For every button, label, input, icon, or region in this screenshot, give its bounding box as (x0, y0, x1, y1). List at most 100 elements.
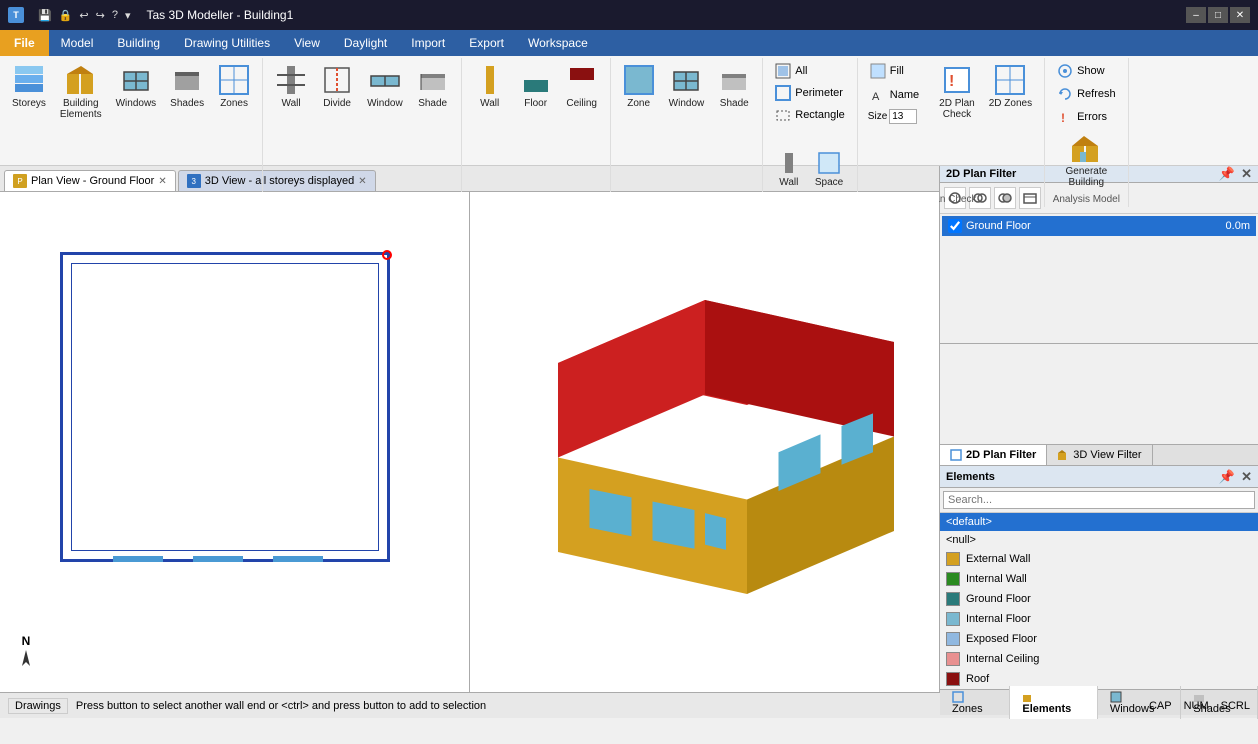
element-roof-label: Roof (966, 673, 989, 685)
elements-section: Elements 📌 ✕ <default> <null> External (940, 466, 1258, 689)
show-btn[interactable]: Show (1051, 60, 1111, 82)
errors-icon: ! (1057, 109, 1073, 125)
window-bottom-2 (193, 556, 243, 562)
element-default[interactable]: <default> (940, 513, 1258, 531)
window-set-btn[interactable]: Window (663, 60, 711, 113)
menu-building[interactable]: Building (105, 30, 172, 56)
left-top-face (558, 300, 705, 458)
pin-icon[interactable]: 📌 (1219, 166, 1235, 182)
view3d-panel (470, 192, 939, 692)
wall-select-btn[interactable]: Wall (771, 147, 807, 192)
menu-view[interactable]: View (282, 30, 332, 56)
close-btn[interactable]: ✕ (1230, 7, 1250, 23)
select-rectangle-label: Rectangle (795, 109, 845, 121)
generate-building-btn[interactable]: GenerateBuilding (1059, 128, 1113, 192)
view-tab-2d-plan[interactable]: 2D Plan Filter (940, 445, 1047, 465)
refresh-btn[interactable]: Refresh (1051, 83, 1122, 105)
elements-close-icon[interactable]: ✕ (1241, 469, 1252, 485)
size-input[interactable]: 13 (889, 109, 917, 124)
filter-close-icon[interactable]: ✕ (1241, 166, 1252, 182)
element-ground-floor[interactable]: Ground Floor (940, 589, 1258, 609)
window-set-icon (670, 64, 702, 96)
ribbon-group-set-content: Zone Window Shade (617, 60, 757, 192)
window-set-label: Window (669, 98, 705, 109)
help-btn[interactable]: ? (110, 7, 120, 24)
ribbon-group-assign-content: Wall Floor Ceiling (468, 60, 604, 192)
save2-btn[interactable]: 🔒 (57, 7, 75, 24)
zones-btn[interactable]: Zones (212, 60, 256, 113)
view-tab-3d[interactable]: 3D View Filter (1047, 445, 1152, 465)
fill-btn[interactable]: Fill (864, 60, 925, 82)
elements-tab-icon (1022, 691, 1034, 703)
statusbar-left: Drawings Press button to select another … (8, 698, 486, 714)
errors-btn[interactable]: ! Errors (1051, 106, 1113, 128)
3d-view-tab-icon (1057, 449, 1069, 461)
menu-import[interactable]: Import (399, 30, 457, 56)
select-perimeter-btn[interactable]: Perimeter (769, 82, 849, 104)
bottom-tab-zones[interactable]: Zones (940, 686, 1010, 718)
zone-set-btn[interactable]: Zone (617, 60, 661, 113)
menu-drawing-utilities[interactable]: Drawing Utilities (172, 30, 282, 56)
ribbon-group-select: All Perimeter Rectangle (763, 58, 858, 207)
undo-btn[interactable]: ↩ (77, 7, 90, 24)
view-tabs: 2D Plan Filter 3D View Filter (940, 444, 1258, 466)
element-exposed-floor[interactable]: Exposed Floor (940, 629, 1258, 649)
windows-btn[interactable]: Windows (110, 60, 163, 113)
window-place-btn[interactable]: Window (361, 60, 409, 113)
select-rectangle-btn[interactable]: Rectangle (769, 104, 851, 126)
menu-daylight[interactable]: Daylight (332, 30, 399, 56)
element-exposed-floor-color (946, 632, 960, 646)
element-internal-wall[interactable]: Internal Wall (940, 569, 1258, 589)
maximize-btn[interactable]: □ (1208, 7, 1228, 23)
menu-model[interactable]: Model (49, 30, 106, 56)
ribbon-group-plan-check-content: Fill A Name Size 13 ! (864, 60, 1038, 192)
ground-floor-label: Ground Floor (966, 220, 1226, 232)
redo-btn[interactable]: ↪ (94, 7, 107, 24)
ceiling-assign-btn[interactable]: Ceiling (560, 60, 604, 113)
plan-check-btn[interactable]: ! 2D PlanCheck (933, 60, 981, 124)
save-btn[interactable]: 💾 (36, 7, 54, 24)
ground-floor-row[interactable]: Ground Floor 0.0m (942, 216, 1256, 236)
bottom-tab-elements[interactable]: Elements (1010, 686, 1097, 718)
wall-assign-btn[interactable]: Wall (468, 60, 512, 113)
element-internal-floor-color (946, 612, 960, 626)
ground-floor-value: 0.0m (1226, 220, 1250, 232)
zones-check-btn[interactable]: 2D Zones (983, 60, 1038, 113)
element-null[interactable]: <null> (940, 531, 1258, 549)
dropdown-btn[interactable]: ▾ (123, 7, 133, 24)
building-elements-btn[interactable]: BuildingElements (54, 60, 108, 124)
floor-assign-btn[interactable]: Floor (514, 60, 558, 113)
ground-floor-checkbox[interactable] (948, 219, 962, 233)
storeys-label: Storeys (12, 98, 46, 109)
elements-search-input[interactable] (943, 491, 1255, 509)
menu-file[interactable]: File (0, 30, 49, 56)
select-perimeter-label: Perimeter (795, 87, 843, 99)
floor-assign-label: Floor (524, 98, 547, 109)
cap-indicator: CAP (1149, 700, 1172, 712)
drawings-tab[interactable]: Drawings (8, 698, 68, 714)
space-select-btn[interactable]: Space (809, 147, 849, 192)
ribbon-group-plan-check: Fill A Name Size 13 ! (858, 58, 1045, 207)
name-btn[interactable]: A Name (864, 84, 925, 106)
shade-place-btn[interactable]: Shade (411, 60, 455, 113)
ribbon: Storeys BuildingElements Windows (0, 56, 1258, 166)
element-external-wall[interactable]: External Wall (940, 549, 1258, 569)
elements-list: <default> <null> External Wall Internal … (940, 513, 1258, 689)
menu-workspace[interactable]: Workspace (516, 30, 600, 56)
ribbon-group-analysis-content: Show Refresh ! Errors (1051, 60, 1122, 128)
select-all-btn[interactable]: All (769, 60, 813, 82)
elements-header: Elements 📌 ✕ (940, 466, 1258, 488)
menu-export[interactable]: Export (457, 30, 516, 56)
shades-btn[interactable]: Shades (164, 60, 210, 113)
element-internal-floor[interactable]: Internal Floor (940, 609, 1258, 629)
elements-search (940, 488, 1258, 513)
shade-set-btn[interactable]: Shade (712, 60, 756, 113)
fill-icon (870, 63, 886, 79)
element-internal-ceiling[interactable]: Internal Ceiling (940, 649, 1258, 669)
divide-btn[interactable]: Divide (315, 60, 359, 113)
minimize-btn[interactable]: – (1186, 7, 1206, 23)
storeys-btn[interactable]: Storeys (6, 60, 52, 113)
elements-tab-label: Elements (1022, 703, 1071, 715)
wall-place-btn[interactable]: Wall (269, 60, 313, 113)
elements-pin-icon[interactable]: 📌 (1219, 469, 1235, 485)
